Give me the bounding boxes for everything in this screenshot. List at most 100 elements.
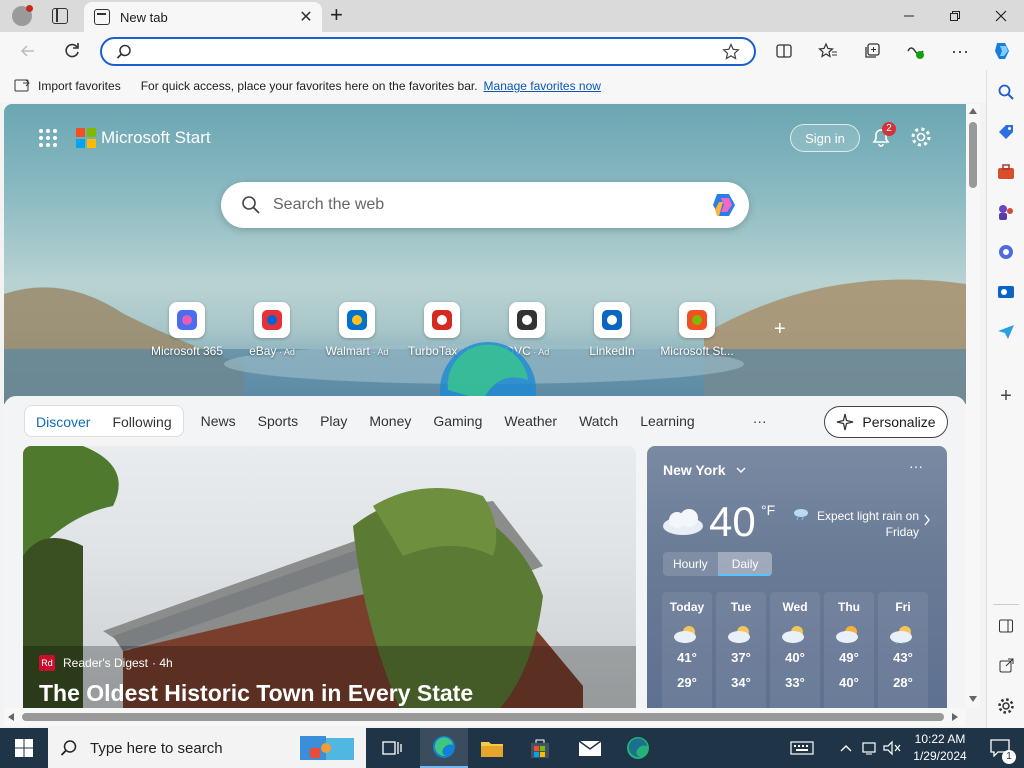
horizontal-scroll-thumb[interactable] (22, 713, 944, 721)
close-tab-icon[interactable]: ✕ (296, 7, 316, 27)
more-tabs-icon[interactable]: ··· (742, 405, 778, 437)
tab-actions-icon[interactable] (52, 8, 68, 24)
tab-sports[interactable]: Sports (247, 405, 309, 437)
forecast-day[interactable]: Wed 40° 33° (770, 592, 820, 708)
settings-more-icon[interactable]: ··· (942, 32, 978, 70)
browser-essentials-icon[interactable] (898, 32, 934, 70)
copilot-search-icon[interactable] (709, 192, 739, 218)
vertical-scrollbar[interactable] (966, 104, 980, 708)
forecast-day[interactable]: Thu 49° 40° (824, 592, 874, 708)
import-favorites-button[interactable]: Import favorites (14, 78, 121, 94)
network-icon[interactable] (858, 728, 882, 768)
refresh-icon[interactable] (54, 32, 90, 70)
featured-article-card[interactable]: Rd Reader's Digest · 4h The Oldest Histo… (23, 446, 636, 708)
tab-money[interactable]: Money (358, 405, 422, 437)
file-explorer-icon[interactable] (468, 728, 516, 768)
weather-location[interactable]: New York (663, 462, 746, 478)
split-screen-icon[interactable] (766, 32, 802, 70)
new-tab-page: Microsoft Start Sign in 2 Search the web… (4, 104, 966, 708)
import-favorites-label: Import favorites (38, 79, 121, 93)
edge-beta-icon[interactable] (614, 728, 662, 768)
tab-watch[interactable]: Watch (568, 405, 629, 437)
sidebar-send-icon[interactable] (996, 322, 1016, 342)
show-hidden-icons-chevron-icon[interactable] (834, 728, 858, 768)
new-tab-plus-icon[interactable]: + (330, 4, 352, 28)
turbotax-icon (424, 302, 460, 338)
back-arrow-icon[interactable] (10, 32, 46, 70)
quick-link-6[interactable]: Microsoft St... (653, 302, 741, 358)
restore-button[interactable] (932, 0, 978, 32)
tab-following[interactable]: Following (101, 406, 182, 438)
add-quick-link-icon[interactable]: + (774, 318, 786, 341)
forecast-day[interactable]: Fri 43° 28° (878, 592, 928, 708)
tab-weather[interactable]: Weather (493, 405, 568, 437)
tab-learning[interactable]: Learning (629, 405, 706, 437)
sidebar-open-external-icon[interactable] (996, 656, 1016, 676)
sidebar-layout-icon[interactable] (996, 616, 1016, 636)
notifications-center-icon[interactable]: 1 (976, 728, 1024, 768)
chevron-right-icon[interactable] (923, 514, 931, 526)
mail-icon[interactable] (566, 728, 614, 768)
favorites-bar-message: For quick access, place your favorites h… (140, 79, 478, 93)
hourly-toggle-button[interactable]: Hourly (663, 552, 718, 576)
quick-link-0[interactable]: Microsoft 365 (143, 302, 231, 358)
personalize-button[interactable]: Personalize (824, 406, 948, 438)
article-headline[interactable]: The Oldest Historic Town in Every State (39, 680, 473, 707)
keyboard-icon[interactable] (778, 728, 826, 768)
weather-card[interactable]: New York ··· 40 °F Expect light rain on … (647, 446, 947, 708)
quick-link-2[interactable]: Walmart · Ad (313, 302, 401, 358)
forecast-day-name: Wed (782, 600, 808, 614)
close-window-button[interactable] (978, 0, 1024, 32)
import-favorites-icon (14, 79, 30, 92)
apps-launcher-icon[interactable] (38, 128, 58, 148)
sidebar-microsoft365-icon[interactable] (996, 242, 1016, 262)
current-temperature: 40 (709, 498, 756, 545)
system-clock[interactable]: 10:22 AM 1/29/2024 (900, 731, 980, 765)
minimize-button[interactable] (886, 0, 932, 32)
sidebar-games-icon[interactable] (996, 202, 1016, 222)
tab-new-tab[interactable]: New tab ✕ (84, 2, 322, 32)
volume-muted-icon[interactable] (882, 728, 902, 768)
page-settings-gear-icon[interactable] (910, 126, 932, 148)
daily-toggle-button[interactable]: Daily (717, 552, 773, 576)
tab-title: New tab (120, 9, 168, 25)
tab-news[interactable]: News (190, 405, 247, 437)
taskbar-search-box[interactable]: Type here to search (48, 728, 366, 768)
web-search-box[interactable]: Search the web (221, 182, 749, 228)
brand-title[interactable]: Microsoft Start (101, 128, 211, 148)
sidebar-tools-icon[interactable] (996, 162, 1016, 182)
sidebar-shopping-icon[interactable] (996, 122, 1016, 142)
sidebar-search-icon[interactable] (996, 82, 1016, 102)
quick-link-label: LinkedIn (568, 344, 656, 358)
favorite-star-icon[interactable] (722, 43, 740, 61)
profile-avatar-icon[interactable] (12, 5, 33, 26)
forecast-day[interactable]: Tue 37° 34° (716, 592, 766, 708)
taskbar-edge-icon[interactable] (420, 728, 468, 768)
profile-alert-dot (26, 5, 33, 12)
sidebar-settings-gear-icon[interactable] (996, 696, 1016, 716)
collections-icon[interactable] (854, 32, 890, 70)
tab-play[interactable]: Play (309, 405, 358, 437)
sign-in-button[interactable]: Sign in (790, 124, 860, 152)
microsoft-store-icon[interactable] (516, 728, 564, 768)
vertical-scroll-thumb[interactable] (969, 122, 977, 188)
horizontal-scrollbar[interactable] (4, 708, 966, 726)
manage-favorites-link[interactable]: Manage favorites now (484, 79, 601, 93)
sidebar-add-icon[interactable]: + (996, 385, 1016, 407)
notification-count-badge: 2 (882, 122, 896, 136)
weather-more-icon[interactable]: ··· (909, 458, 923, 474)
quick-link-1[interactable]: eBay · Ad (228, 302, 316, 358)
notifications-bell-icon[interactable]: 2 (870, 122, 896, 148)
quick-link-5[interactable]: LinkedIn (568, 302, 656, 358)
address-bar[interactable] (100, 37, 756, 66)
quick-link-text: Walmart (325, 344, 370, 358)
sidebar-outlook-icon[interactable] (996, 282, 1016, 302)
tab-discover[interactable]: Discover (25, 406, 101, 438)
copilot-icon[interactable] (984, 32, 1020, 70)
tab-gaming[interactable]: Gaming (422, 405, 493, 437)
task-view-icon[interactable] (368, 728, 416, 768)
favorites-icon[interactable] (810, 32, 846, 70)
forecast-day[interactable]: Today 41° 29° (662, 592, 712, 708)
article-age: · 4h (152, 656, 173, 670)
start-windows-icon[interactable] (0, 728, 48, 768)
